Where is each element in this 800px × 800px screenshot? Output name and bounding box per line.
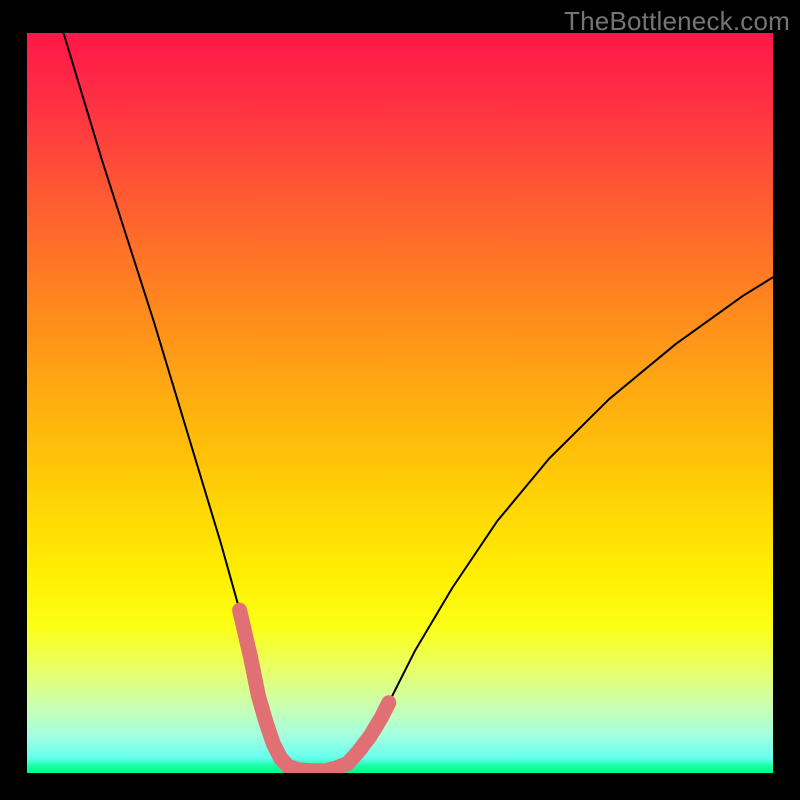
highlight-left-segment [240, 610, 281, 758]
main-curve-path [64, 33, 773, 770]
chart-stage: TheBottleneck.com [0, 0, 800, 800]
plot-area [27, 33, 773, 773]
watermark-text: TheBottleneck.com [564, 6, 790, 37]
highlight-floor-segment [281, 758, 348, 771]
highlight-right-segment [348, 703, 389, 764]
curve-overlay [27, 33, 773, 773]
highlight-group [240, 610, 389, 771]
